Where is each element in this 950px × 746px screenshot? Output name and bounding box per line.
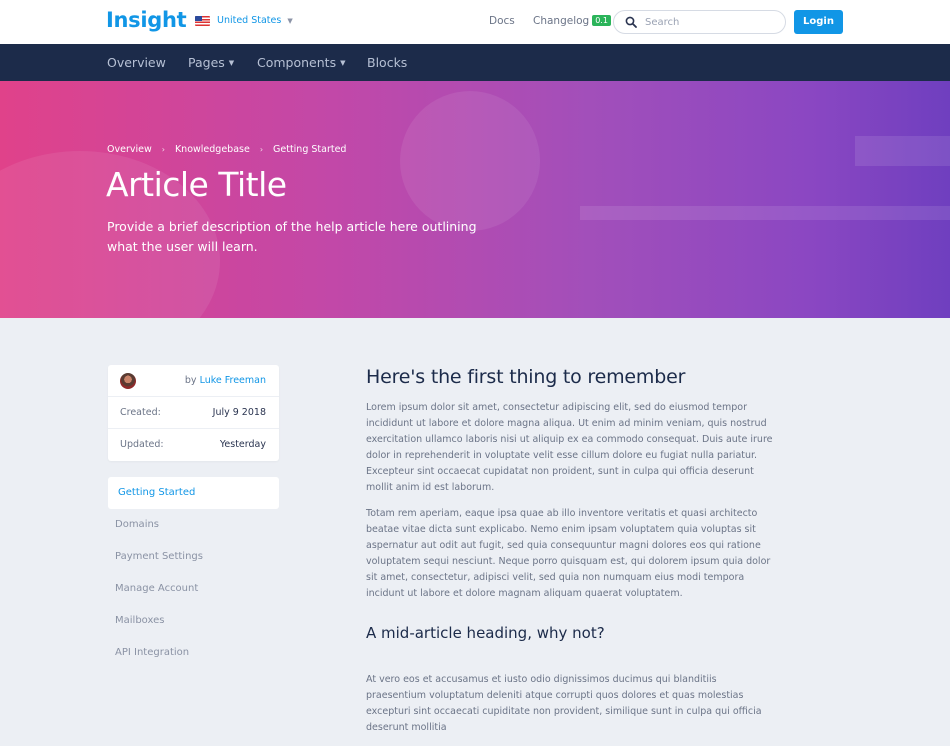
sidebar-item-payment-settings[interactable]: Payment Settings (108, 541, 279, 573)
brand-logo[interactable]: Insight (106, 8, 187, 32)
nav-blocks[interactable]: Blocks (367, 55, 407, 70)
article-meta-card: by Luke Freeman Created: July 9 2018 Upd… (108, 365, 279, 461)
sidebar-item-getting-started[interactable]: Getting Started (108, 477, 279, 509)
locale-selector[interactable]: United States ▼ (195, 15, 293, 26)
breadcrumb: Overview › Knowledgebase › Getting Start… (107, 144, 346, 155)
avatar (120, 373, 136, 389)
created-row: Created: July 9 2018 (108, 397, 279, 429)
changelog-link[interactable]: Changelog 0.1 (533, 15, 611, 27)
search-input[interactable] (645, 15, 775, 30)
search-box[interactable] (613, 10, 786, 34)
hero-background-screen (855, 136, 950, 166)
caret-down-icon: ▼ (340, 59, 346, 67)
article-heading: Here's the first thing to remember (366, 366, 686, 388)
login-button[interactable]: Login (794, 10, 843, 34)
created-value: July 9 2018 (212, 407, 266, 418)
updated-row: Updated: Yesterday (108, 429, 279, 461)
hero-background-desk (580, 206, 950, 220)
caret-down-icon: ▼ (287, 16, 293, 25)
article-subheading: A mid-article heading, why not? (366, 624, 605, 642)
page-title: Article Title (106, 165, 287, 204)
version-badge: 0.1 (592, 15, 611, 26)
article-paragraph: Lorem ipsum dolor sit amet, consectetur … (366, 402, 773, 493)
sidebar-item-domains[interactable]: Domains (108, 509, 279, 541)
breadcrumb-getting-started[interactable]: Getting Started (273, 144, 346, 155)
changelog-label: Changelog (533, 15, 590, 27)
page-description: Provide a brief description of the help … (107, 219, 477, 254)
nav-components[interactable]: Components ▼ (257, 55, 345, 70)
article-paragraph: At vero eos et accusamus et iusto odio d… (366, 674, 762, 733)
us-flag-icon (195, 15, 210, 26)
article-sidebar-nav: Getting Started Domains Payment Settings… (108, 477, 279, 669)
article-paragraph: Totam rem aperiam, eaque ipsa quae ab il… (366, 508, 771, 599)
author-row: by Luke Freeman (108, 365, 279, 397)
article-body: Here's the first thing to remember Lorem… (366, 366, 774, 746)
chevron-right-icon: › (259, 145, 264, 154)
search-icon (625, 16, 637, 28)
by-prefix: by (184, 375, 197, 386)
caret-down-icon: ▼ (228, 59, 235, 67)
chevron-right-icon: › (161, 145, 165, 154)
breadcrumb-knowledgebase[interactable]: Knowledgebase (175, 144, 250, 155)
nav-pages-label: Pages (188, 55, 225, 70)
author-link[interactable]: Luke Freeman (200, 375, 266, 386)
main-nav: Overview Pages ▼ Components ▼ Blocks (0, 44, 950, 81)
locale-label: United States (217, 15, 282, 26)
top-bar: Insight United States ▼ Docs Changelog 0.… (0, 0, 950, 44)
created-label: Created: (120, 407, 161, 418)
nav-overview[interactable]: Overview (107, 55, 166, 70)
hero-background-shape (400, 91, 540, 231)
sidebar-item-api-integration[interactable]: API Integration (108, 637, 279, 669)
author-byline: by Luke Freeman (185, 375, 266, 386)
breadcrumb-overview[interactable]: Overview (107, 144, 152, 155)
hero-banner: Overview › Knowledgebase › Getting Start… (0, 81, 950, 318)
nav-components-label: Components (257, 55, 337, 70)
updated-value: Yesterday (219, 439, 266, 450)
docs-link[interactable]: Docs (489, 15, 515, 27)
sidebar-item-manage-account[interactable]: Manage Account (108, 573, 279, 605)
nav-pages[interactable]: Pages ▼ (188, 55, 234, 70)
updated-label: Updated: (120, 439, 164, 450)
sidebar-item-mailboxes[interactable]: Mailboxes (108, 605, 279, 637)
